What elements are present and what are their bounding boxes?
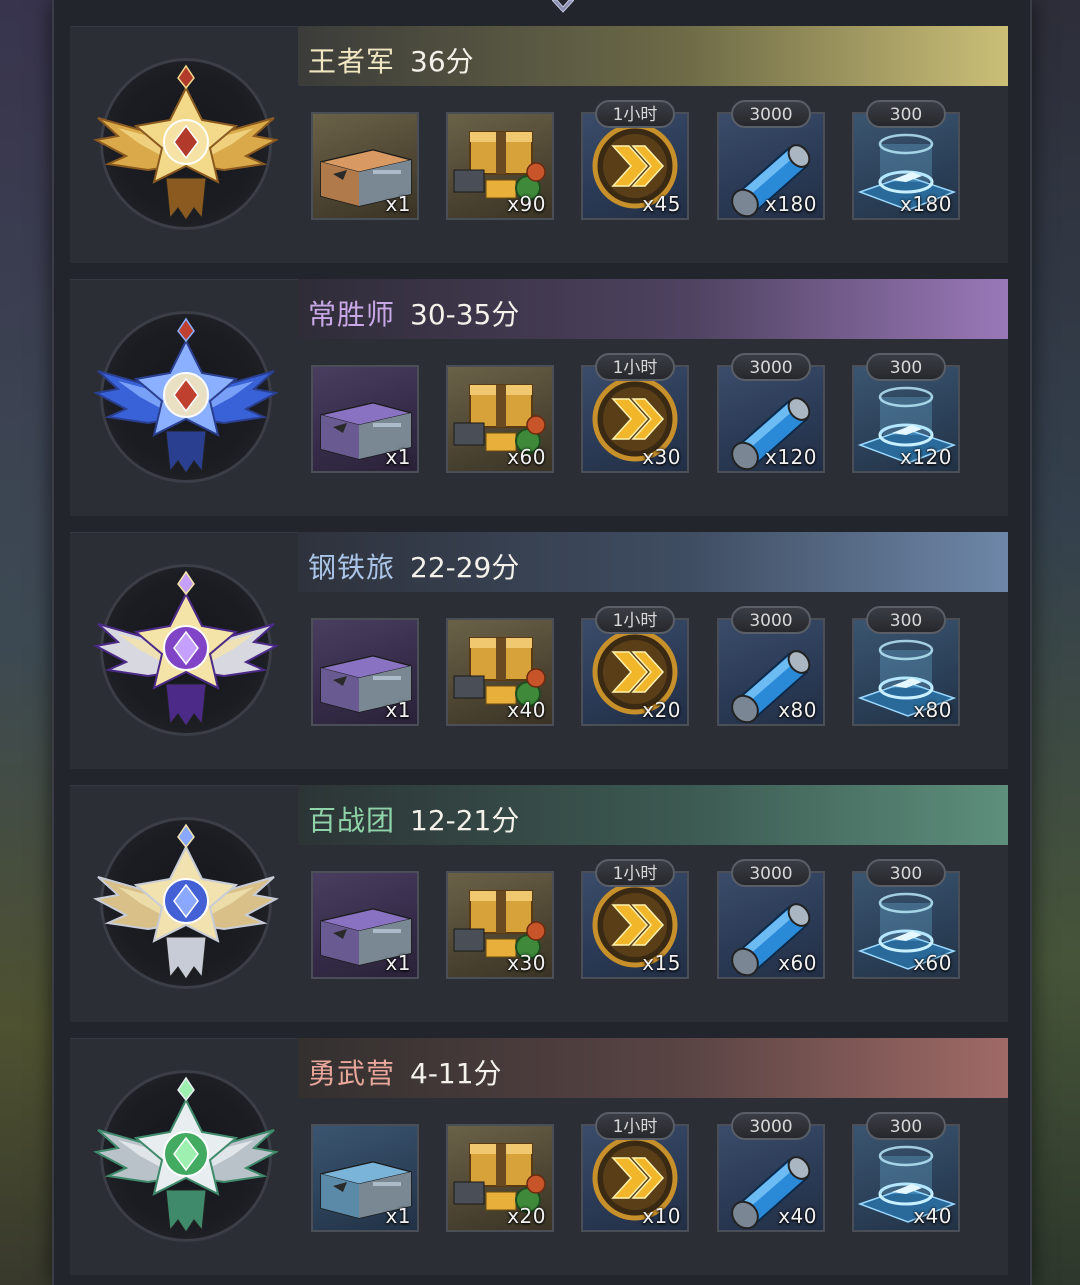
reward-item[interactable]: x20 [446,1124,554,1232]
reward-item[interactable]: x30 [446,871,554,979]
reward-quantity: x60 [507,445,546,469]
reward-quantity: x90 [507,192,546,216]
reward-item[interactable]: x180 [852,112,960,220]
reward-quantity: x40 [778,1204,817,1228]
reward-quantity: x120 [764,445,817,469]
reward-tag: 1小时 [595,606,675,634]
purple-shield-emblem-icon [92,570,280,727]
blue-star-emblem-icon [92,823,280,980]
reward-item[interactable]: x80 [852,618,960,726]
reward-tag: 3000 [731,606,811,634]
tier-score: 30-35分 [410,298,520,331]
reward-tag: 3000 [731,859,811,887]
reward-quantity: x1 [385,192,411,216]
reward-tag: 300 [866,606,946,634]
reward-item[interactable]: x30 [581,365,689,473]
reward-tag: 300 [866,353,946,381]
panel-top-ornament-icon [552,0,574,13]
tier-banner: 勇武营 4-11分 [298,1038,1008,1098]
reward-quantity: x60 [913,951,952,975]
tier-banner: 百战团 12-21分 [298,785,1008,845]
reward-item[interactable]: x20 [581,618,689,726]
gold-eagle-emblem-icon [92,64,280,221]
reward-quantity: x1 [385,1204,411,1228]
reward-item[interactable]: x1 [311,112,419,220]
reward-quantity: x120 [899,445,952,469]
tier-emblem-frame [92,1070,280,1242]
reward-tag: 300 [866,1112,946,1140]
tier-score: 36分 [410,45,474,78]
reward-quantity: x15 [642,951,681,975]
reward-item[interactable]: x180 [717,112,825,220]
reward-quantity: x80 [778,698,817,722]
reward-item[interactable]: x120 [852,365,960,473]
reward-quantity: x60 [778,951,817,975]
reward-quantity: x40 [507,698,546,722]
background-left [0,0,60,1285]
reward-quantity: x30 [507,951,546,975]
reward-item[interactable]: x60 [717,871,825,979]
tier-name: 百战团 [308,804,396,837]
reward-quantity: x20 [642,698,681,722]
tier-name: 王者军 [308,45,396,78]
reward-item[interactable]: x1 [311,871,419,979]
reward-item[interactable]: x80 [717,618,825,726]
reward-item[interactable]: x1 [311,365,419,473]
reward-item[interactable]: x1 [311,1124,419,1232]
tier-banner: 钢铁旅 22-29分 [298,532,1008,592]
reward-quantity: x10 [642,1204,681,1228]
reward-tag: 1小时 [595,1112,675,1140]
reward-quantity: x20 [507,1204,546,1228]
reward-tag: 1小时 [595,353,675,381]
reward-item[interactable]: x1 [311,618,419,726]
tier-banner: 常胜师 30-35分 [298,279,1008,339]
reward-quantity: x1 [385,445,411,469]
tier-banner: 王者军 36分 [298,26,1008,86]
tier-score: 22-29分 [410,551,520,584]
reward-item[interactable]: x40 [852,1124,960,1232]
tier-emblem-frame [92,311,280,483]
reward-item[interactable]: x45 [581,112,689,220]
reward-tag: 3000 [731,1112,811,1140]
reward-item[interactable]: x90 [446,112,554,220]
tier-emblem-frame [92,564,280,736]
reward-item[interactable]: x40 [446,618,554,726]
reward-quantity: x45 [642,192,681,216]
green-star-emblem-icon [92,1076,280,1233]
reward-quantity: x180 [899,192,952,216]
reward-quantity: x30 [642,445,681,469]
tier-score: 12-21分 [410,804,520,837]
tier-name: 常胜师 [308,298,396,331]
reward-quantity: x40 [913,1204,952,1228]
tier-emblem-frame [92,817,280,989]
tier-emblem-frame [92,58,280,230]
reward-tag: 3000 [731,353,811,381]
reward-item[interactable]: x60 [446,365,554,473]
reward-item[interactable]: x60 [852,871,960,979]
reward-item[interactable]: x40 [717,1124,825,1232]
reward-tag: 300 [866,100,946,128]
reward-tag: 1小时 [595,859,675,887]
reward-tag: 3000 [731,100,811,128]
tier-score: 4-11分 [410,1057,502,1090]
reward-tag: 300 [866,859,946,887]
reward-quantity: x1 [385,698,411,722]
blue-winged-emblem-icon [92,317,280,474]
tier-name: 钢铁旅 [308,551,396,584]
reward-item[interactable]: x10 [581,1124,689,1232]
reward-quantity: x1 [385,951,411,975]
reward-item[interactable]: x120 [717,365,825,473]
reward-tag: 1小时 [595,100,675,128]
reward-item[interactable]: x15 [581,871,689,979]
reward-quantity: x80 [913,698,952,722]
tier-name: 勇武营 [308,1057,396,1090]
reward-quantity: x180 [764,192,817,216]
